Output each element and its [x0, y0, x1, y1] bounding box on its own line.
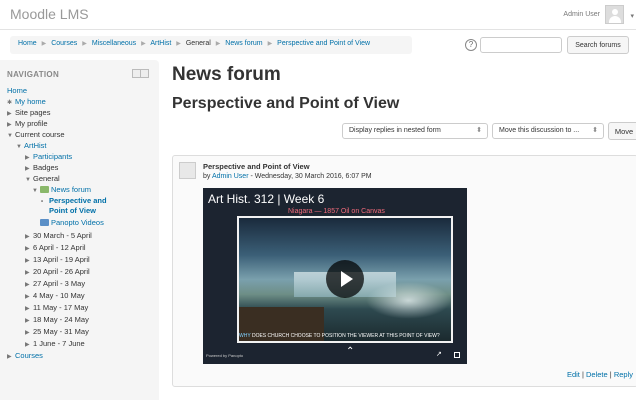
- site-brand[interactable]: Moodle LMS: [10, 6, 89, 22]
- user-name[interactable]: Admin User: [563, 11, 600, 18]
- video-subtitle: Niagara — 1857 Oil on Canvas: [288, 208, 385, 215]
- video-powered-by: Powered by Panopto: [206, 353, 244, 358]
- nav-news-forum[interactable]: ▼ News forum: [32, 185, 91, 196]
- top-navbar: Moodle LMS Admin User ▾: [0, 0, 636, 30]
- nav-perspective-line2[interactable]: Point of View: [49, 206, 96, 216]
- nav-panopto-videos[interactable]: Panopto Videos: [40, 218, 104, 228]
- breadcrumb-separator-icon: ▶: [267, 41, 273, 47]
- move-discussion-select[interactable]: Move this discussion to ... ⬍: [492, 123, 604, 139]
- nav-courses[interactable]: ▶ Courses: [7, 351, 43, 362]
- breadcrumb-separator-icon: ▶: [215, 41, 221, 47]
- expand-icon: ▶: [7, 111, 12, 117]
- search-forums-input[interactable]: [480, 37, 562, 53]
- video-title: Art Hist. 312 | Week 6: [208, 192, 325, 206]
- help-icon[interactable]: ?: [465, 39, 477, 51]
- breadcrumb-separator-icon: ▶: [82, 41, 87, 47]
- expand-icon: ▶: [25, 166, 30, 172]
- expand-icon: ▶: [25, 155, 30, 161]
- nav-participants[interactable]: ▶ Participants: [25, 152, 72, 163]
- post-author-link[interactable]: Admin User: [212, 173, 249, 180]
- expand-icon: ▶: [25, 246, 30, 252]
- video-icon: [40, 219, 49, 226]
- block-dock-icon[interactable]: [132, 69, 149, 78]
- breadcrumb: Home ▶ Courses ▶ Miscellaneous ▶ ArtHist…: [10, 36, 412, 54]
- nav-week[interactable]: ▶ 30 March - 5 April: [25, 231, 92, 242]
- nav-week[interactable]: ▶ 18 May - 24 May: [25, 315, 89, 326]
- search-forums-button[interactable]: Search forums: [567, 36, 629, 54]
- post-byline: by Admin User - Wednesday, 30 March 2016…: [203, 173, 372, 180]
- nav-current-course[interactable]: ▼ Current course: [7, 130, 65, 141]
- breadcrumb-home[interactable]: Home: [18, 40, 37, 47]
- video-caption: WHY DOES CHURCH CHOOSE TO POSITION THE V…: [239, 333, 440, 339]
- nav-course[interactable]: ▼ ArtHist: [16, 141, 47, 152]
- expand-icon: ▶: [25, 234, 30, 240]
- nav-general[interactable]: ▼ General: [25, 174, 60, 185]
- nav-week[interactable]: ▶ 25 May - 31 May: [25, 327, 89, 338]
- expand-icon: ▶: [7, 122, 12, 128]
- post-subject: Perspective and Point of View: [203, 162, 310, 171]
- select-arrows-icon: ⬍: [476, 127, 482, 134]
- collapse-icon: ▼: [32, 188, 38, 194]
- move-button[interactable]: Move: [608, 122, 636, 140]
- reply-link[interactable]: Reply: [614, 370, 633, 379]
- nav-week[interactable]: ▶ 27 April - 3 May: [25, 279, 85, 290]
- select-arrows-icon: ⬍: [592, 127, 598, 134]
- expand-icon: ▶: [25, 270, 30, 276]
- breadcrumb-discussion[interactable]: Perspective and Point of View: [277, 40, 370, 47]
- collapse-icon: ▼: [16, 144, 22, 150]
- bullet-icon: ✱: [7, 100, 13, 106]
- chevron-down-icon[interactable]: ▾: [630, 12, 634, 20]
- video-painting: [237, 216, 453, 343]
- expand-icon: ▶: [25, 294, 30, 300]
- page-title: News forum: [172, 64, 281, 85]
- expand-icon: ▶: [25, 330, 30, 336]
- nav-week[interactable]: ▶ 13 April - 19 April: [25, 255, 90, 266]
- nav-week[interactable]: ▶ 1 June - 7 June: [25, 339, 85, 350]
- breadcrumb-separator-icon: ▶: [41, 41, 47, 47]
- nav-week[interactable]: ▶ 4 May - 10 May: [25, 291, 85, 302]
- expand-icon[interactable]: ↗: [436, 350, 442, 358]
- author-avatar[interactable]: [179, 162, 196, 179]
- nav-week[interactable]: ▶ 20 April - 26 April: [25, 267, 90, 278]
- navigation-block: NAVIGATION Home ✱ My home ▶ Site pages ▶ My…: [0, 60, 159, 400]
- bullet-icon: •: [41, 199, 44, 205]
- expand-icon: ▶: [25, 342, 30, 348]
- nav-my-home[interactable]: ✱ My home: [7, 97, 46, 108]
- painting-spray: [366, 281, 451, 319]
- nav-home[interactable]: Home: [7, 86, 27, 96]
- breadcrumb-course[interactable]: ArtHist: [150, 40, 171, 47]
- breadcrumb-miscellaneous[interactable]: Miscellaneous: [92, 40, 136, 47]
- user-avatar[interactable]: [605, 5, 624, 24]
- collapse-icon: ▼: [7, 133, 13, 139]
- breadcrumb-news-forum[interactable]: News forum: [225, 40, 262, 47]
- nav-my-profile[interactable]: ▶ My profile: [7, 119, 48, 130]
- expand-icon: ▶: [25, 282, 30, 288]
- edit-link[interactable]: Edit: [567, 370, 580, 379]
- chevron-up-icon[interactable]: ⌃: [346, 346, 354, 357]
- breadcrumb-general: General: [185, 40, 211, 47]
- expand-icon: ▶: [25, 306, 30, 312]
- play-icon[interactable]: [326, 260, 364, 298]
- discussion-title: Perspective and Point of View: [172, 95, 400, 112]
- navigation-heading: NAVIGATION: [7, 70, 60, 79]
- nav-week[interactable]: ▶ 6 April - 12 April: [25, 243, 86, 254]
- nav-week[interactable]: ▶ 11 May - 17 May: [25, 303, 88, 314]
- post-date: - Wednesday, 30 March 2016, 6:07 PM: [248, 173, 372, 180]
- fullscreen-icon[interactable]: [454, 352, 460, 358]
- collapse-icon: ▼: [25, 177, 31, 183]
- expand-icon: ▶: [25, 258, 30, 264]
- post-actions: Edit | Delete | Reply: [566, 370, 633, 379]
- delete-link[interactable]: Delete: [586, 370, 608, 379]
- expand-icon: ▶: [7, 354, 12, 360]
- expand-icon: ▶: [25, 318, 30, 324]
- forum-post: Perspective and Point of View by Admin U…: [172, 155, 636, 387]
- nav-badges[interactable]: ▶ Badges: [25, 163, 58, 174]
- breadcrumb-courses[interactable]: Courses: [51, 40, 77, 47]
- breadcrumb-separator-icon: ▶: [141, 41, 146, 47]
- breadcrumb-separator-icon: ▶: [176, 41, 181, 47]
- nav-site-pages[interactable]: ▶ Site pages: [7, 108, 50, 119]
- video-player[interactable]: Art Hist. 312 | Week 6 Niagara — 1857 Oi…: [203, 188, 467, 364]
- forum-icon: [40, 186, 49, 193]
- display-mode-select[interactable]: Display replies in nested form ⬍: [342, 123, 488, 139]
